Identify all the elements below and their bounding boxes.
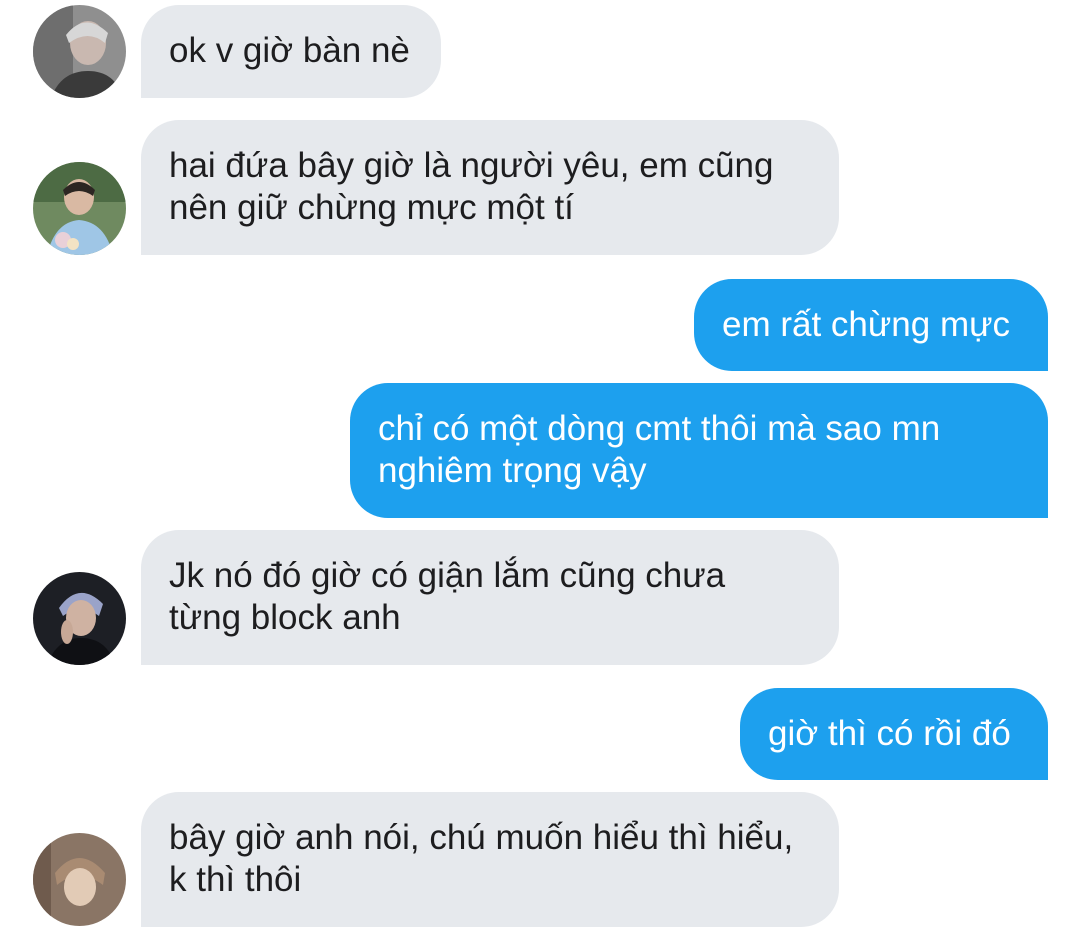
- profile-photo: [33, 5, 126, 98]
- profile-photo: [33, 572, 126, 665]
- message-bubble-outgoing[interactable]: em rất chừng mực: [694, 279, 1048, 371]
- avatar[interactable]: [33, 833, 126, 926]
- message-bubble-incoming[interactable]: Jk nó đó giờ có giận lắm cũng chưa từng …: [141, 530, 839, 665]
- message-bubble-outgoing[interactable]: giờ thì có rồi đó: [740, 688, 1048, 780]
- profile-photo: [33, 833, 126, 926]
- message-bubble-incoming[interactable]: hai đứa bây giờ là người yêu, em cũng nê…: [141, 120, 839, 255]
- message-bubble-outgoing[interactable]: chỉ có một dòng cmt thôi mà sao mn nghiê…: [350, 383, 1048, 518]
- message-bubble-incoming[interactable]: ok v giờ bàn nè: [141, 5, 441, 98]
- message-bubble-incoming[interactable]: bây giờ anh nói, chú muốn hiểu thì hiểu,…: [141, 792, 839, 927]
- chat-thread: ok v giờ bàn nè hai đứa bây giờ là người…: [0, 0, 1080, 927]
- profile-photo: [33, 162, 126, 255]
- avatar[interactable]: [33, 5, 126, 98]
- avatar[interactable]: [33, 572, 126, 665]
- avatar[interactable]: [33, 162, 126, 255]
